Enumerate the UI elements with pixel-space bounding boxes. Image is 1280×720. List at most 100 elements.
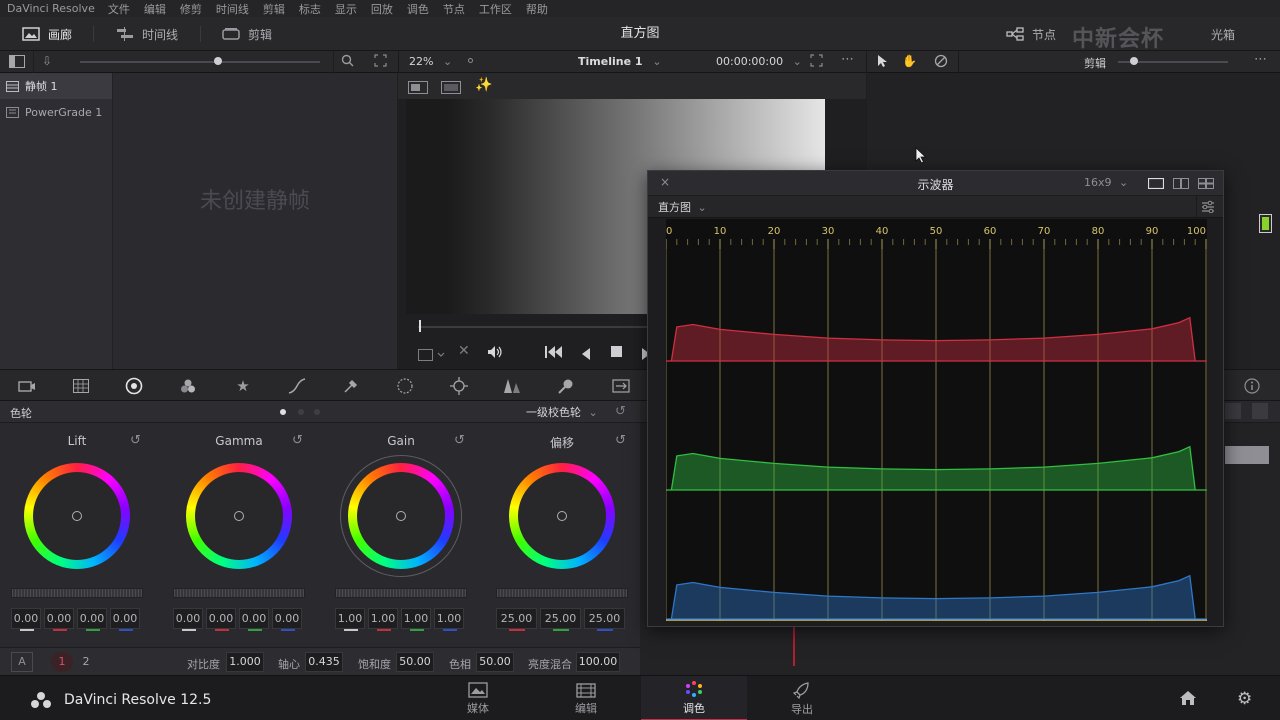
album-item[interactable]: 静帧 1 — [0, 73, 112, 99]
volume-icon[interactable] — [487, 344, 503, 363]
wheel-puck[interactable] — [557, 511, 567, 521]
zoom-select[interactable]: 22% ⌄ — [409, 55, 452, 68]
quad-view-icon[interactable] — [1198, 178, 1214, 192]
pointer-tool-icon[interactable] — [877, 54, 887, 71]
edit-page-button[interactable]: 编辑 — [533, 676, 639, 720]
wheel-puck[interactable] — [396, 511, 406, 521]
saturation-field[interactable]: 50.00 — [396, 652, 434, 672]
album-item[interactable]: PowerGrade 1 — [0, 99, 112, 125]
media-page-button[interactable]: 媒体 — [425, 676, 531, 720]
deliver-page-button[interactable]: 导出 — [749, 676, 855, 720]
dual-view-icon[interactable] — [1173, 178, 1189, 192]
offset-b-field[interactable]: 25.00 — [584, 608, 625, 629]
aspect-select[interactable]: 16x9 ⌄ — [1084, 176, 1128, 189]
view-options-icon[interactable] — [418, 346, 446, 365]
reset-icon[interactable]: ↺ — [130, 433, 144, 448]
expand-icon[interactable] — [374, 54, 387, 70]
keyframe-track[interactable] — [1225, 446, 1269, 464]
keyframe-menu-button[interactable] — [1252, 403, 1268, 419]
menu-mark[interactable]: 标志 — [292, 1, 328, 17]
bypass-icon[interactable] — [934, 54, 948, 71]
menu-trim[interactable]: 修剪 — [173, 1, 209, 17]
adjust-page-2-button[interactable]: 2 — [78, 652, 94, 672]
lift-wheel[interactable] — [24, 463, 130, 569]
page-dot[interactable] — [298, 409, 304, 415]
contrast-field[interactable]: 1.000 — [226, 652, 264, 672]
lightbox-button[interactable]: 光箱 — [1211, 17, 1235, 51]
bypass-dot-icon[interactable] — [468, 58, 473, 63]
auto-balance-button[interactable]: A — [11, 652, 33, 672]
more-options-icon[interactable]: ⋯ — [841, 52, 854, 67]
menu-app-name[interactable]: DaVinci Resolve — [0, 2, 101, 15]
color-wheels-icon[interactable] — [125, 377, 143, 395]
bypass-grades-icon[interactable]: ✕ — [458, 343, 470, 359]
menu-clip[interactable]: 剪辑 — [256, 1, 292, 17]
menu-view[interactable]: 显示 — [328, 1, 364, 17]
adjust-page-1-button[interactable]: 1 — [51, 652, 73, 672]
fullscreen-icon[interactable] — [810, 54, 823, 70]
nodes-button[interactable]: 节点 — [1006, 17, 1056, 51]
gain-g-field[interactable]: 1.00 — [401, 608, 431, 629]
pivot-field[interactable]: 0.435 — [305, 652, 343, 672]
offset-g-field[interactable]: 25.00 — [540, 608, 581, 629]
scope-type-select[interactable]: 直方图 ⌄ — [658, 199, 707, 215]
offset-wheel[interactable] — [509, 463, 615, 569]
playhead[interactable] — [419, 320, 421, 332]
split-screen-icon[interactable] — [441, 79, 461, 98]
menu-color[interactable]: 调色 — [400, 1, 436, 17]
timeline-select[interactable]: Timeline 1 ⌄ — [578, 55, 662, 68]
gain-wheel[interactable] — [348, 463, 454, 569]
hue-field[interactable]: 50.00 — [476, 652, 514, 672]
menu-edit[interactable]: 编辑 — [137, 1, 173, 17]
keyframe-playhead[interactable] — [793, 626, 795, 666]
master-wheel-offset[interactable] — [496, 588, 628, 598]
search-icon[interactable] — [341, 54, 354, 70]
gamma-r-field[interactable]: 0.00 — [206, 608, 236, 629]
clips-button[interactable]: 剪辑 — [222, 17, 272, 51]
menu-nodes[interactable]: 节点 — [436, 1, 472, 17]
lift-b-field[interactable]: 0.00 — [110, 608, 140, 629]
sizing-icon[interactable] — [612, 377, 630, 395]
power-window-icon[interactable] — [396, 377, 414, 395]
gallery-button[interactable]: 画廊 — [22, 17, 72, 51]
more-options-icon[interactable]: ⋯ — [1254, 52, 1267, 67]
wheel-puck[interactable] — [72, 511, 82, 521]
gamma-g-field[interactable]: 0.00 — [239, 608, 269, 629]
image-wipe-icon[interactable] — [408, 79, 428, 98]
gamma-y-field[interactable]: 0.00 — [173, 608, 203, 629]
blur-icon[interactable] — [503, 377, 521, 395]
import-still-icon[interactable]: ⇩ — [42, 54, 52, 68]
keyframe-zoom-button[interactable] — [1225, 403, 1241, 419]
menu-workspace[interactable]: 工作区 — [472, 1, 519, 17]
lift-g-field[interactable]: 0.00 — [77, 608, 107, 629]
thumbnail-size-slider[interactable] — [80, 61, 320, 63]
gain-b-field[interactable]: 1.00 — [434, 608, 464, 629]
scope-window[interactable]: × 示波器 16x9 ⌄ 直方图 ⌄ 0 10 20 30 40 50 60 7… — [647, 170, 1224, 627]
key-icon[interactable] — [557, 377, 575, 395]
gear-icon[interactable]: ⚙ — [1237, 689, 1252, 709]
wheel-mode-select[interactable]: 一级校色轮 ⌄ — [526, 404, 598, 420]
wheel-puck[interactable] — [234, 511, 244, 521]
play-reverse-icon[interactable] — [581, 345, 591, 364]
gamma-wheel[interactable] — [186, 463, 292, 569]
info-icon[interactable] — [1243, 377, 1261, 395]
qualifier-icon[interactable] — [342, 377, 360, 395]
slider-handle[interactable] — [1130, 57, 1138, 65]
home-icon[interactable] — [1179, 690, 1197, 710]
master-wheel-gamma[interactable] — [173, 588, 305, 598]
reset-icon[interactable]: ↺ — [292, 433, 306, 448]
reset-icon[interactable]: ↺ — [615, 433, 629, 448]
scope-title-bar[interactable]: × 示波器 16x9 ⌄ — [648, 171, 1223, 196]
reset-icon[interactable]: ↺ — [454, 433, 468, 448]
reset-all-icon[interactable]: ↺ — [615, 404, 626, 419]
timeline-button[interactable]: 时间线 — [116, 17, 178, 51]
curves-icon[interactable] — [288, 377, 306, 395]
magic-wand-icon[interactable]: ✨ — [475, 77, 492, 93]
color-page-button[interactable]: 调色 — [641, 676, 747, 720]
single-view-icon[interactable] — [1147, 177, 1165, 192]
page-dot[interactable] — [314, 409, 320, 415]
menu-playback[interactable]: 回放 — [364, 1, 400, 17]
gain-y-field[interactable]: 1.00 — [335, 608, 365, 629]
scope-settings-icon[interactable] — [1201, 200, 1215, 216]
rgb-mixer-icon[interactable] — [179, 377, 197, 395]
